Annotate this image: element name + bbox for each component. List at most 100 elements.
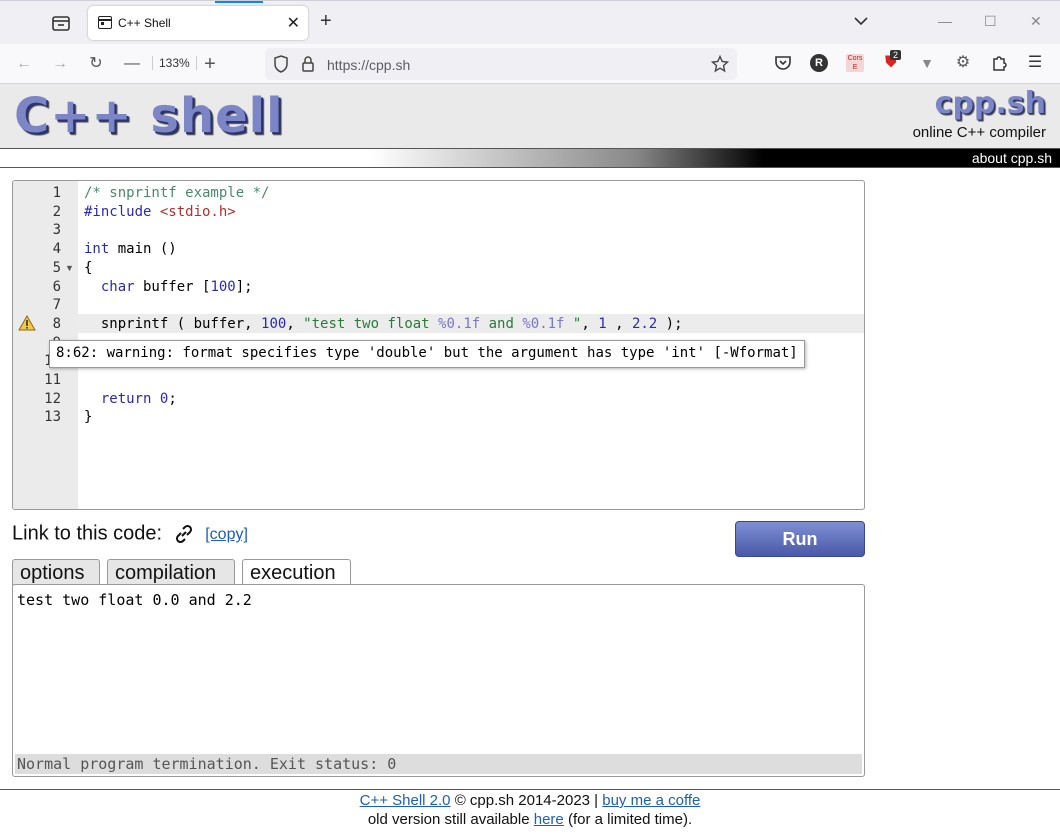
url-bar[interactable]: https://cpp.sh bbox=[265, 48, 737, 80]
code-line: /* snprintf example */ bbox=[84, 184, 269, 203]
brand-name[interactable]: cpp.sh bbox=[935, 86, 1046, 121]
exit-status: Normal program termination. Exit status:… bbox=[15, 754, 862, 774]
gear-icon[interactable]: ⚙ bbox=[954, 54, 972, 72]
line-number: 3 bbox=[52, 222, 61, 239]
tab-compilation[interactable]: compilation bbox=[107, 559, 235, 586]
reload-icon[interactable]: ↻ bbox=[86, 54, 106, 74]
line-number: 12 bbox=[44, 390, 61, 407]
code-token: %0.1f bbox=[438, 315, 481, 332]
code-token: snprintf ( buffer, bbox=[84, 315, 262, 332]
r-extension-icon[interactable]: R bbox=[810, 54, 828, 72]
line-number: 1 bbox=[52, 185, 61, 201]
line-number: 7 bbox=[52, 297, 61, 314]
code-token: return bbox=[100, 390, 152, 407]
tab-accent bbox=[215, 1, 263, 3]
tab-options[interactable]: options bbox=[12, 559, 100, 586]
warning-icon[interactable] bbox=[18, 315, 36, 331]
code-token: , bbox=[606, 315, 632, 332]
chevron-down-icon[interactable] bbox=[853, 13, 869, 29]
line-number: 2 bbox=[52, 203, 61, 220]
coffee-link[interactable]: buy me a coffe bbox=[602, 792, 700, 809]
limited-time-text: (for a limited time). bbox=[567, 811, 693, 828]
code-token: 1 bbox=[598, 315, 607, 332]
code-token: ; bbox=[168, 390, 177, 407]
minimize-icon[interactable]: — bbox=[938, 13, 952, 29]
code-token: 2.2 bbox=[631, 315, 658, 332]
about-link[interactable]: about cpp.sh bbox=[972, 150, 1052, 166]
code-token: and bbox=[480, 315, 523, 332]
url-text: https://cpp.sh bbox=[327, 57, 411, 73]
shield-icon[interactable] bbox=[273, 55, 289, 73]
code-token: ]; bbox=[235, 278, 253, 295]
maximize-icon[interactable]: ☐ bbox=[984, 13, 997, 30]
code-line: int main () bbox=[84, 240, 177, 259]
code-token: main () bbox=[109, 241, 177, 258]
code-token: /* snprintf example */ bbox=[84, 185, 270, 201]
code-line: #include <stdio.h> bbox=[84, 203, 236, 222]
tab-execution[interactable]: execution bbox=[242, 559, 351, 587]
line-number: 5 bbox=[52, 259, 61, 276]
line-number: 6 bbox=[52, 278, 61, 295]
line-number: 11 bbox=[44, 372, 61, 388]
zoom-level[interactable]: 133% bbox=[152, 56, 197, 70]
cors-extension-icon[interactable]: Cors E bbox=[846, 54, 864, 72]
code-token: 100 bbox=[210, 278, 236, 295]
code-line: } bbox=[84, 408, 92, 427]
firefox-view-icon[interactable] bbox=[50, 12, 72, 34]
run-button[interactable]: Run bbox=[735, 521, 865, 557]
code-token: <stdio.h> bbox=[159, 203, 236, 220]
code-token: , bbox=[581, 315, 599, 332]
extension-badge: 2 bbox=[890, 50, 902, 60]
cpp-shell-link[interactable]: C++ Shell 2.0 bbox=[360, 792, 451, 809]
warning-tooltip: 8:62: warning: format specifies type 'do… bbox=[49, 340, 805, 368]
code-token: "test two float bbox=[303, 315, 439, 332]
code-token: buffer [ bbox=[134, 278, 211, 295]
code-token: %0.1f bbox=[522, 315, 565, 332]
forward-icon[interactable]: → bbox=[50, 54, 70, 74]
menu-icon[interactable]: ☰ bbox=[1026, 54, 1044, 72]
zoom-in-icon[interactable]: + bbox=[200, 54, 220, 74]
code-token: 100 bbox=[261, 315, 287, 332]
code-line: char buffer [100]; bbox=[84, 278, 253, 297]
pocket-icon[interactable] bbox=[774, 54, 792, 72]
code-token: ); bbox=[657, 315, 683, 332]
vivaldi-extension-icon[interactable]: ▼ bbox=[918, 54, 936, 72]
program-output: test two float 0.0 and 2.2 bbox=[17, 591, 252, 609]
link-chain-icon[interactable] bbox=[172, 522, 196, 546]
tab-favicon-icon bbox=[98, 16, 112, 29]
extensions-puzzle-icon[interactable] bbox=[990, 54, 1008, 72]
line-number: 4 bbox=[52, 241, 61, 258]
code-token: int bbox=[84, 241, 110, 258]
copyright-text: © cpp.sh 2014-2023 | bbox=[454, 792, 599, 809]
new-tab-icon[interactable]: + bbox=[320, 10, 332, 33]
browser-tab-bar: C++ Shell ✕ + — ☐ ✕ bbox=[0, 0, 1060, 44]
tab-title: C++ Shell bbox=[118, 16, 171, 30]
old-version-text: old version still available bbox=[367, 811, 530, 828]
copy-link[interactable]: [copy] bbox=[205, 526, 248, 543]
link-row: Link to this code: [copy] bbox=[12, 522, 248, 546]
browser-tab[interactable]: C++ Shell ✕ bbox=[88, 6, 308, 40]
code-token: #include bbox=[84, 203, 160, 220]
code-token: char bbox=[100, 278, 135, 295]
code-line: { bbox=[84, 259, 92, 278]
zoom-out-icon[interactable]: — bbox=[122, 54, 142, 74]
code-token: " bbox=[564, 315, 582, 332]
back-icon[interactable]: ← bbox=[14, 54, 34, 74]
code-token: } bbox=[84, 409, 93, 426]
star-icon[interactable] bbox=[711, 55, 729, 73]
fold-arrow-icon[interactable]: ▼ bbox=[65, 263, 74, 273]
brand-subtitle: online C++ compiler bbox=[912, 124, 1046, 141]
code-token: { bbox=[84, 259, 93, 276]
close-window-icon[interactable]: ✕ bbox=[1030, 13, 1042, 30]
code-line: return 0; bbox=[84, 390, 177, 409]
execution-output[interactable]: test two float 0.0 and 2.2 Normal progra… bbox=[12, 584, 865, 777]
site-logo[interactable]: C++ shell bbox=[14, 88, 284, 144]
close-tab-icon[interactable]: ✕ bbox=[287, 13, 300, 33]
code-line: snprintf ( buffer, 100, "test two float … bbox=[84, 315, 683, 334]
lock-icon[interactable] bbox=[301, 56, 315, 72]
here-link[interactable]: here bbox=[534, 811, 564, 828]
line-number: 13 bbox=[44, 409, 61, 426]
link-label: Link to this code: bbox=[12, 522, 163, 545]
